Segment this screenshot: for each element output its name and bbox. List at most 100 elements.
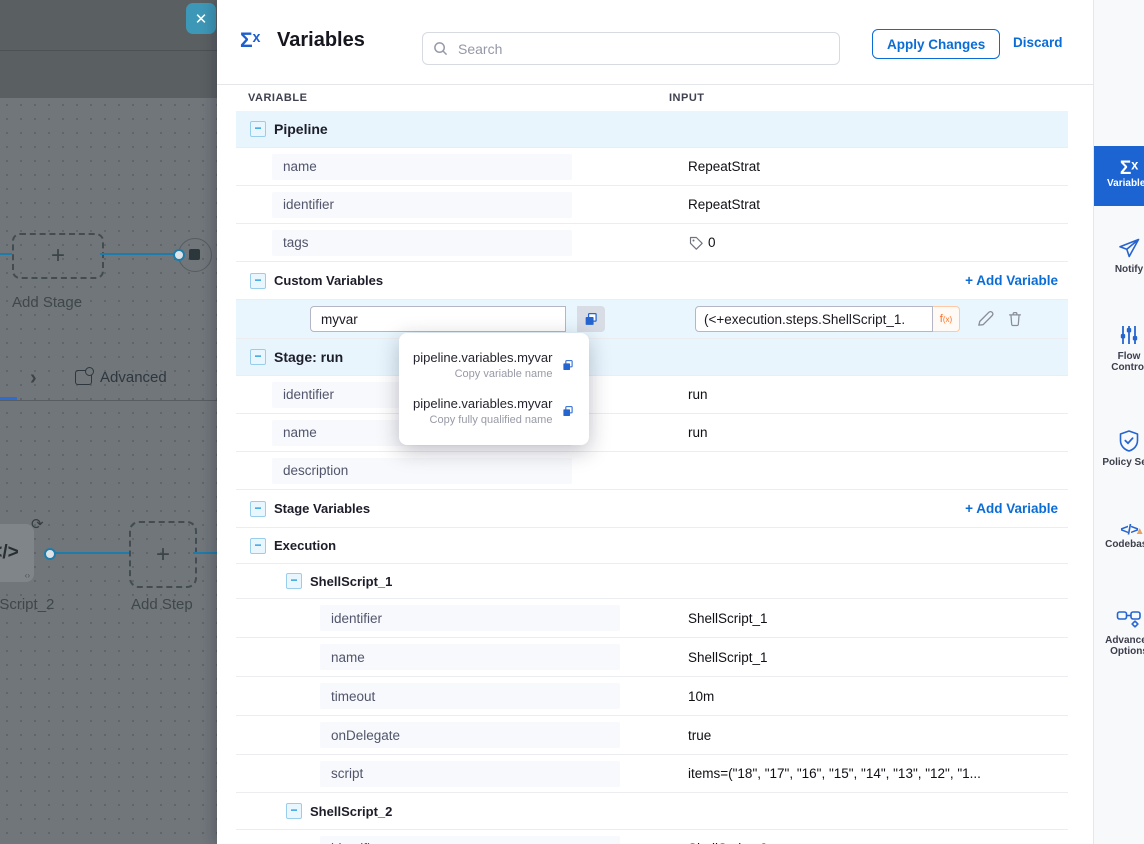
table-row: tags 0 xyxy=(236,224,1068,262)
sidebar-item-codebase[interactable]: </>▲ Codebase xyxy=(1094,524,1144,550)
collapse-icon[interactable]: − xyxy=(250,349,266,365)
canvas-dot-grid xyxy=(0,98,217,844)
sidebar-item-variables[interactable]: Σˣ Variables xyxy=(1094,146,1144,206)
column-input: INPUT xyxy=(669,92,705,104)
variables-sigma-icon: Σˣ xyxy=(240,29,260,53)
add-variable-button[interactable]: + Add Variable xyxy=(965,273,1058,288)
variable-value: RepeatStrat xyxy=(688,159,760,174)
right-toolbar: Σˣ Variables Notify Flow Control xyxy=(1093,0,1144,844)
variable-value: 0 xyxy=(688,235,716,250)
collapse-icon[interactable]: − xyxy=(250,273,266,289)
sidebar-item-policy-sets[interactable]: Policy Sets xyxy=(1094,429,1144,468)
add-stage-button[interactable]: + xyxy=(12,233,104,279)
delete-variable-button[interactable] xyxy=(1006,309,1024,333)
tab-advanced[interactable]: Advanced xyxy=(75,369,167,386)
canvas-toolbar xyxy=(0,51,217,98)
section-shellscript-1[interactable]: − ShellScript_1 xyxy=(236,564,1068,599)
sidebar-item-notify[interactable]: Notify xyxy=(1094,236,1144,275)
section-custom-variables[interactable]: − Custom Variables + Add Variable xyxy=(236,262,1068,300)
sidebar-item-label: Policy Sets xyxy=(1099,457,1144,468)
plus-icon: + xyxy=(156,541,170,569)
sidebar-item-advanced-options[interactable]: Advanced Options xyxy=(1094,607,1144,657)
collapse-icon[interactable]: − xyxy=(286,803,302,819)
shell-script-icon: </> xyxy=(0,542,19,564)
tag-icon xyxy=(688,235,703,250)
codebase-icon: </>▲ xyxy=(1120,524,1137,535)
variable-value: run xyxy=(688,425,708,440)
table-row: name run xyxy=(236,414,1068,452)
collapse-icon[interactable]: − xyxy=(250,121,266,137)
search-box xyxy=(422,32,840,65)
step-node-port xyxy=(44,548,56,560)
section-pipeline[interactable]: − Pipeline xyxy=(236,111,1068,148)
advanced-tab-label: Advanced xyxy=(100,369,167,386)
panel-header: Σˣ Variables Apply Changes Discard xyxy=(217,0,1093,85)
code-mini-icon: ‹› xyxy=(25,571,30,580)
variable-value: RepeatStrat xyxy=(688,197,760,212)
variable-value: items=("18", "17", "16", "15", "14", "13… xyxy=(688,766,981,781)
collapse-icon[interactable]: − xyxy=(250,538,266,554)
variable-label: identifier xyxy=(320,836,620,844)
close-icon[interactable]: ✕ xyxy=(186,3,216,34)
variable-value: true xyxy=(688,728,711,743)
variables-panel: Σˣ Variables Apply Changes Discard VARIA… xyxy=(217,0,1093,844)
section-stage-variables[interactable]: − Stage Variables + Add Variable xyxy=(236,490,1068,528)
pencil-icon xyxy=(976,309,995,328)
copy-icon xyxy=(562,403,575,420)
advanced-tab-icon xyxy=(75,370,92,385)
variable-value: ShellScript_1 xyxy=(688,611,768,626)
variable-label: name xyxy=(320,644,620,670)
add-stage-label: Add Stage xyxy=(12,294,82,311)
menu-item-caption: Copy fully qualified name xyxy=(413,414,552,426)
variable-label: identifier xyxy=(320,605,620,631)
active-tab-underline xyxy=(0,397,17,400)
section-shellscript-2[interactable]: − ShellScript_2 xyxy=(236,793,1068,830)
copy-variable-menu: pipeline.variables.myvar Copy variable n… xyxy=(399,333,589,445)
collapse-icon[interactable]: − xyxy=(286,573,302,589)
section-execution[interactable]: − Execution xyxy=(236,528,1068,564)
copy-icon xyxy=(584,312,599,327)
plus-icon: + xyxy=(51,242,65,270)
variable-value-input[interactable] xyxy=(695,306,933,332)
chevron-right-icon[interactable]: › xyxy=(30,367,37,390)
table-row: identifier ShellScript_1 xyxy=(236,599,1068,638)
edit-variable-button[interactable] xyxy=(976,309,995,333)
sidebar-item-flow-control[interactable]: Flow Control xyxy=(1094,323,1144,373)
apply-changes-button[interactable]: Apply Changes xyxy=(872,29,1000,59)
stage-connector-line xyxy=(100,253,178,255)
section-stage-run[interactable]: − Stage: run xyxy=(236,339,1068,376)
table-row: name ShellScript_1 xyxy=(236,638,1068,677)
variable-value: 10m xyxy=(688,689,714,704)
sidebar-item-label: Codebase xyxy=(1099,539,1144,550)
menu-item-copy-variable-name[interactable]: pipeline.variables.myvar Copy variable n… xyxy=(413,344,575,386)
table-row: script items=("18", "17", "16", "15", "1… xyxy=(236,755,1068,793)
paper-plane-icon xyxy=(1117,236,1141,260)
search-input[interactable] xyxy=(456,40,839,58)
step-node-shellscript-2[interactable]: </> ‹› xyxy=(0,524,34,582)
end-node-port xyxy=(173,249,185,261)
sliders-icon xyxy=(1117,323,1141,347)
trash-icon xyxy=(1006,309,1024,328)
variable-label: description xyxy=(272,458,572,484)
stage-connector-line xyxy=(0,253,12,255)
variable-name-input[interactable] xyxy=(310,306,566,332)
pipeline-canvas: ✕ + Add Stage › Advanced ⟳ </> ‹› + xyxy=(0,0,217,844)
add-variable-button[interactable]: + Add Variable xyxy=(965,501,1058,516)
section-title: ShellScript_1 xyxy=(310,574,392,589)
table-row: timeout 10m xyxy=(236,677,1068,716)
menu-item-copy-fully-qualified-name[interactable]: pipeline.variables.myvar Copy fully qual… xyxy=(413,390,575,432)
custom-variable-row-myvar: f(x) xyxy=(236,300,1068,339)
variable-label: identifier xyxy=(272,192,572,218)
collapse-icon[interactable]: − xyxy=(250,501,266,517)
discard-button[interactable]: Discard xyxy=(1013,35,1063,50)
expression-fx-badge[interactable]: f(x) xyxy=(933,306,960,332)
section-title: Pipeline xyxy=(274,121,328,137)
stop-icon xyxy=(189,249,200,260)
variable-label: timeout xyxy=(320,683,620,709)
variables-table: VARIABLE INPUT − Pipeline name RepeatStr… xyxy=(236,84,1068,844)
pipeline-studio-screen: ✕ + Add Stage › Advanced ⟳ </> ‹› + xyxy=(0,0,1144,844)
add-step-button[interactable]: + xyxy=(129,521,197,588)
step-node-label: ShellScript_2 xyxy=(0,596,54,613)
copy-variable-button[interactable] xyxy=(577,306,605,332)
table-header: VARIABLE INPUT xyxy=(236,84,1068,111)
